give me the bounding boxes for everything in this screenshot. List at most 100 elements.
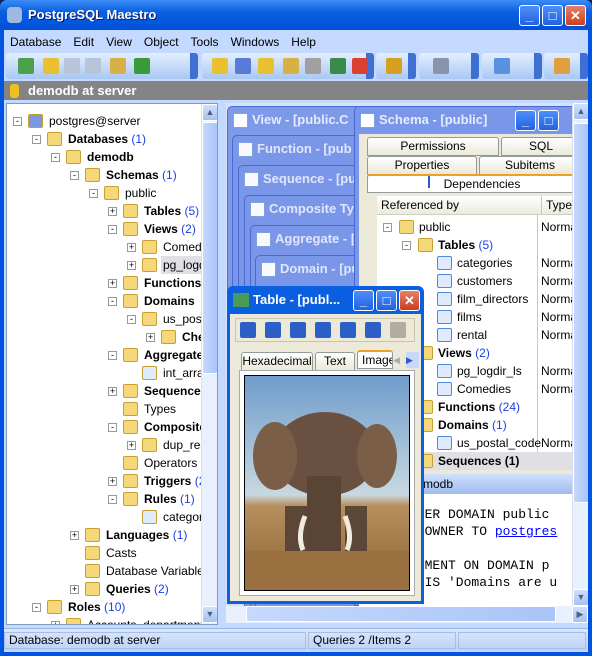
- remove-database-icon[interactable]: [85, 58, 101, 74]
- menu-object[interactable]: Object: [138, 32, 185, 52]
- mdi-scroll-right[interactable]: ▶: [572, 606, 588, 623]
- tree-item[interactable]: - Rules (1): [7, 490, 201, 508]
- collapse-icon[interactable]: -: [108, 225, 117, 234]
- tree-item[interactable]: - postgres@server: [7, 112, 201, 130]
- mdi-scroll-thumb[interactable]: [573, 123, 588, 503]
- collapse-icon[interactable]: -: [70, 171, 79, 180]
- tree-scrollbar[interactable]: ▲ ▼: [201, 104, 217, 624]
- tree-scroll-thumb[interactable]: [202, 122, 217, 374]
- mdi-scroll-up[interactable]: ▲: [573, 103, 588, 120]
- script-icon[interactable]: [258, 58, 274, 74]
- dependency-row[interactable]: - Tables (5): [377, 236, 577, 254]
- tab-properties[interactable]: Properties: [367, 156, 477, 175]
- expand-icon[interactable]: +: [108, 207, 117, 216]
- designer-icon[interactable]: [235, 58, 251, 74]
- tab-image[interactable]: Image: [357, 350, 393, 369]
- print-icon[interactable]: [305, 58, 321, 74]
- expand-icon[interactable]: +: [51, 621, 60, 624]
- menu-help[interactable]: Help: [285, 32, 322, 52]
- tree-item[interactable]: Database Variables: [7, 562, 201, 580]
- tab-permissions[interactable]: Permissions: [367, 137, 499, 156]
- connect-icon[interactable]: [134, 58, 150, 74]
- collapse-icon[interactable]: -: [13, 117, 22, 126]
- chart-icon[interactable]: [352, 58, 368, 74]
- tree-item[interactable]: - Databases (1): [7, 130, 201, 148]
- expand-icon[interactable]: +: [146, 333, 155, 342]
- tree-item[interactable]: Types: [7, 400, 201, 418]
- collapse-icon[interactable]: -: [127, 315, 136, 324]
- dependency-row[interactable]: - public Norma: [377, 218, 577, 236]
- tree-item[interactable]: + pg_logdir_ls: [7, 256, 201, 274]
- scroll-down-button[interactable]: ▼: [202, 606, 217, 623]
- image-icon[interactable]: [330, 58, 346, 74]
- sql-editor-icon[interactable]: [212, 58, 228, 74]
- tree-item[interactable]: - Domains: [7, 292, 201, 310]
- last-record-icon[interactable]: [315, 322, 331, 338]
- tree-item[interactable]: + Sequences: [7, 382, 201, 400]
- filter-icon[interactable]: [433, 58, 449, 74]
- tree-item[interactable]: - demodb: [7, 148, 201, 166]
- menu-windows[interactable]: Windows: [225, 32, 286, 52]
- tree-item[interactable]: + dup_result: [7, 436, 201, 454]
- mdi-horizontal-scrollbar[interactable]: ▶: [226, 606, 588, 623]
- first-record-icon[interactable]: [240, 322, 256, 338]
- tree-item[interactable]: - Composite: [7, 418, 201, 436]
- expand-icon[interactable]: +: [108, 477, 117, 486]
- table-close-button[interactable]: ✕: [399, 290, 420, 311]
- tree-item[interactable]: + Languages (1): [7, 526, 201, 544]
- tree-item[interactable]: Casts: [7, 544, 201, 562]
- collapse-icon[interactable]: -: [32, 603, 41, 612]
- menu-tools[interactable]: Tools: [185, 32, 225, 52]
- options-icon[interactable]: [386, 58, 402, 74]
- tree-item[interactable]: int_array: [7, 364, 201, 382]
- tree-item[interactable]: + Tables (5): [7, 202, 201, 220]
- tree-item[interactable]: + Accounts_department: [7, 616, 201, 624]
- expand-icon[interactable]: +: [127, 261, 136, 270]
- collapse-icon[interactable]: -: [402, 241, 411, 250]
- tree-item[interactable]: - Schemas (1): [7, 166, 201, 184]
- tree-item[interactable]: - us_postal_code: [7, 310, 201, 328]
- tab-dependencies[interactable]: Dependencies: [367, 174, 581, 193]
- owner-link[interactable]: postgres: [495, 524, 557, 539]
- mdi-scroll-down[interactable]: ▼: [573, 589, 588, 606]
- table-maximize-button[interactable]: □: [376, 290, 397, 311]
- tree-item[interactable]: - public: [7, 184, 201, 202]
- collapse-icon[interactable]: -: [108, 297, 117, 306]
- tree-item[interactable]: + Che: [7, 328, 201, 346]
- tab-subitems[interactable]: Subitems: [479, 156, 581, 175]
- collapse-icon[interactable]: -: [51, 153, 60, 162]
- close-button[interactable]: ✕: [565, 5, 586, 26]
- next-record-icon[interactable]: [290, 322, 306, 338]
- home-icon[interactable]: [554, 58, 570, 74]
- tree-item[interactable]: + Queries (2): [7, 580, 201, 598]
- mdi-vertical-scrollbar[interactable]: ▲ ▼: [572, 103, 588, 606]
- collapse-icon[interactable]: -: [108, 423, 117, 432]
- tree-item[interactable]: - Views (2): [7, 220, 201, 238]
- mdi-hscroll-thumb[interactable]: [246, 606, 556, 622]
- schema-minimize-button[interactable]: _: [515, 110, 536, 131]
- expand-icon[interactable]: +: [127, 441, 136, 450]
- expand-icon[interactable]: +: [70, 531, 79, 540]
- refresh-record-icon[interactable]: [340, 322, 356, 338]
- collapse-icon[interactable]: -: [108, 351, 117, 360]
- add-database-icon[interactable]: [43, 58, 59, 74]
- refresh-icon[interactable]: [18, 58, 34, 74]
- collapse-icon[interactable]: -: [32, 135, 41, 144]
- tab-text[interactable]: Text: [315, 352, 355, 371]
- collapse-icon[interactable]: -: [383, 223, 392, 232]
- tab-scroll-left[interactable]: ◀: [393, 352, 406, 368]
- transfer-icon[interactable]: [110, 58, 126, 74]
- expand-icon[interactable]: +: [108, 279, 117, 288]
- tree-item[interactable]: + Comedies: [7, 238, 201, 256]
- maximize-button[interactable]: □: [542, 5, 563, 26]
- tree-item[interactable]: + Functions: [7, 274, 201, 292]
- tree-item[interactable]: - Aggregate: [7, 346, 201, 364]
- dependency-row[interactable]: categories Norma: [377, 254, 577, 272]
- expand-icon[interactable]: +: [108, 387, 117, 396]
- edit-database-icon[interactable]: [64, 58, 80, 74]
- tab-sql[interactable]: SQL: [501, 137, 581, 156]
- tree-item[interactable]: categories: [7, 508, 201, 526]
- menu-view[interactable]: View: [100, 32, 138, 52]
- tab-scroll-right[interactable]: ▶: [406, 352, 419, 368]
- tab-hexadecimal[interactable]: Hexadecimal: [241, 352, 313, 371]
